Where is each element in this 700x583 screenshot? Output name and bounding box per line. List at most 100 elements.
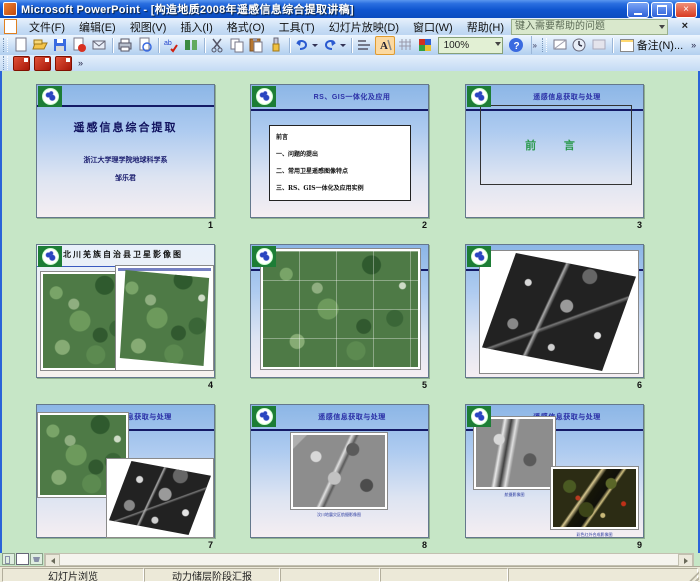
spelling-icon[interactable]: ab xyxy=(162,37,180,54)
toolbar-overflow-icon[interactable]: » xyxy=(691,40,696,50)
university-logo-icon xyxy=(467,406,491,427)
pdf-toolbar-overflow-icon[interactable]: » xyxy=(78,58,83,68)
research-icon[interactable] xyxy=(182,37,200,54)
toolbar-grip[interactable] xyxy=(3,38,8,52)
standard-toolbar: ab A 100% ? » 备注(N)... » xyxy=(0,35,700,56)
slide1-title: 遥感信息综合提取 xyxy=(37,119,214,135)
slide-number: 4 xyxy=(208,380,213,390)
menu-view[interactable]: 视图(V) xyxy=(123,18,174,36)
open-icon[interactable] xyxy=(31,37,49,54)
rehearse-timings-icon[interactable] xyxy=(571,37,589,54)
slide-number: 7 xyxy=(208,540,213,550)
copy-icon[interactable] xyxy=(228,37,246,54)
close-menu-icon[interactable]: × xyxy=(682,20,688,32)
toolbar-grip-2[interactable] xyxy=(542,38,547,52)
show-formatting-icon[interactable]: A xyxy=(375,36,395,55)
slide-number: 3 xyxy=(637,220,642,230)
undo-dropdown-icon[interactable] xyxy=(312,44,318,47)
cut-icon[interactable] xyxy=(208,37,226,54)
menu-file[interactable]: 文件(F) xyxy=(22,18,72,36)
maximize-button[interactable] xyxy=(651,2,673,18)
redo-icon[interactable] xyxy=(321,37,339,54)
slide-thumbnail-9[interactable]: 遥感信息获取与处理 航摄影像图 彩色红外合成影像图 9 xyxy=(465,404,644,554)
redo-dropdown-icon[interactable] xyxy=(340,44,346,47)
svg-text:A: A xyxy=(380,40,388,52)
convert-and-review-icon[interactable] xyxy=(55,56,72,71)
help-dropdown-icon[interactable] xyxy=(659,25,665,29)
hide-slide-icon[interactable] xyxy=(551,37,569,54)
university-logo-icon xyxy=(252,246,276,267)
slideshow-view-button[interactable] xyxy=(30,553,43,565)
expand-all-icon[interactable] xyxy=(356,37,374,54)
design-template-status: 动力储层阶段汇报 xyxy=(144,568,280,582)
color-composite-image xyxy=(550,466,639,530)
slide-thumbnail-6[interactable]: 6 xyxy=(465,244,644,394)
notes-button[interactable]: 备注(N)... xyxy=(616,36,687,54)
slide-number: 9 xyxy=(637,540,642,550)
paste-icon[interactable] xyxy=(248,37,266,54)
university-logo-icon xyxy=(252,86,276,107)
document-icon xyxy=(4,19,17,34)
satellite-map-image xyxy=(260,248,421,370)
menu-format[interactable]: 格式(O) xyxy=(220,18,272,36)
grid-icon[interactable] xyxy=(397,37,415,54)
slide-thumbnail-4[interactable]: 北川羌族自治县卫星影像图 4 xyxy=(36,244,215,394)
university-logo-icon xyxy=(467,246,491,267)
notes-icon xyxy=(620,39,634,52)
slide-sorter-view-button[interactable] xyxy=(16,553,29,565)
slide-thumbnail-8[interactable]: 遥感信息获取与处理 汶川地震灾区航摄影像图 8 xyxy=(250,404,429,554)
menu-window[interactable]: 窗口(W) xyxy=(406,18,460,36)
aerial-image xyxy=(290,432,388,510)
new-document-icon[interactable] xyxy=(12,37,30,54)
slide-number: 2 xyxy=(422,220,427,230)
toolbar-options-icon[interactable]: » xyxy=(531,36,539,54)
view-mode-status: 幻灯片浏览 xyxy=(2,568,144,582)
window-title: Microsoft PowerPoint - [构造地质2008年遥感信息综合提… xyxy=(21,1,354,17)
slide-thumbnail-5[interactable]: 5 xyxy=(250,244,429,394)
slide-sorter-area[interactable]: 遥感信息综合提取 浙江大学理学院地球科学系 邹乐君 1 RS、GIS一体化及应用… xyxy=(0,71,700,553)
print-icon[interactable] xyxy=(116,37,134,54)
horizontal-scrollbar[interactable] xyxy=(44,553,694,566)
normal-view-button[interactable] xyxy=(2,553,15,565)
save-icon[interactable] xyxy=(51,37,69,54)
slide8-header: 遥感信息获取与处理 xyxy=(279,412,425,422)
print-preview-icon[interactable] xyxy=(136,37,154,54)
title-bar[interactable]: Microsoft PowerPoint - [构造地质2008年遥感信息综合提… xyxy=(0,0,700,18)
university-logo-icon xyxy=(467,86,491,107)
menu-tools[interactable]: 工具(T) xyxy=(272,18,322,36)
pdf-toolbar-grip[interactable] xyxy=(3,56,8,70)
slide3-body-box: 前 言 xyxy=(480,105,632,185)
svg-text:ab: ab xyxy=(164,40,172,47)
help-question-input[interactable]: 键入需要帮助的问题 xyxy=(511,19,668,35)
zoom-select[interactable]: 100% xyxy=(438,37,503,54)
undo-icon[interactable] xyxy=(294,37,312,54)
zoom-dropdown-icon[interactable] xyxy=(495,42,501,46)
color-view-icon[interactable] xyxy=(416,37,434,54)
image-caption: 汶川地震灾区航摄影像图 xyxy=(290,512,388,518)
slide-number: 6 xyxy=(637,380,642,390)
permission-icon[interactable] xyxy=(70,37,88,54)
help-icon[interactable]: ? xyxy=(507,37,525,54)
university-logo-icon xyxy=(38,246,62,267)
convert-and-email-icon[interactable] xyxy=(34,56,51,71)
format-painter-icon[interactable] xyxy=(267,37,285,54)
slide-thumbnail-1[interactable]: 遥感信息综合提取 浙江大学理学院地球科学系 邹乐君 1 xyxy=(36,84,215,234)
menu-help[interactable]: 帮助(H) xyxy=(460,18,511,36)
transition-icon[interactable] xyxy=(590,37,608,54)
slide-thumbnail-2[interactable]: RS、GIS一体化及应用 前言 一、问题的提出 二、常用卫星遥感图像特点 三、R… xyxy=(250,84,429,234)
menu-insert[interactable]: 插入(I) xyxy=(173,18,219,36)
satellite-image-right xyxy=(115,265,214,371)
menu-edit[interactable]: 编辑(E) xyxy=(72,18,123,36)
satellite-image-gray xyxy=(106,458,214,538)
minimize-button[interactable] xyxy=(627,2,649,18)
slide-thumbnail-3[interactable]: 遥感信息获取与处理 前 言 3 xyxy=(465,84,644,234)
email-icon[interactable] xyxy=(90,37,108,54)
river-aerial-image xyxy=(473,416,556,490)
status-bar: 幻灯片浏览 动力储层阶段汇报 xyxy=(0,566,700,582)
convert-to-pdf-icon[interactable] xyxy=(13,56,30,71)
powerpoint-app-icon xyxy=(3,2,17,16)
close-button[interactable]: × xyxy=(675,2,697,18)
status-cell xyxy=(380,568,508,582)
menu-slideshow[interactable]: 幻灯片放映(D) xyxy=(322,18,406,36)
slide-thumbnail-7[interactable]: 遥感信息获取与处理 7 xyxy=(36,404,215,554)
